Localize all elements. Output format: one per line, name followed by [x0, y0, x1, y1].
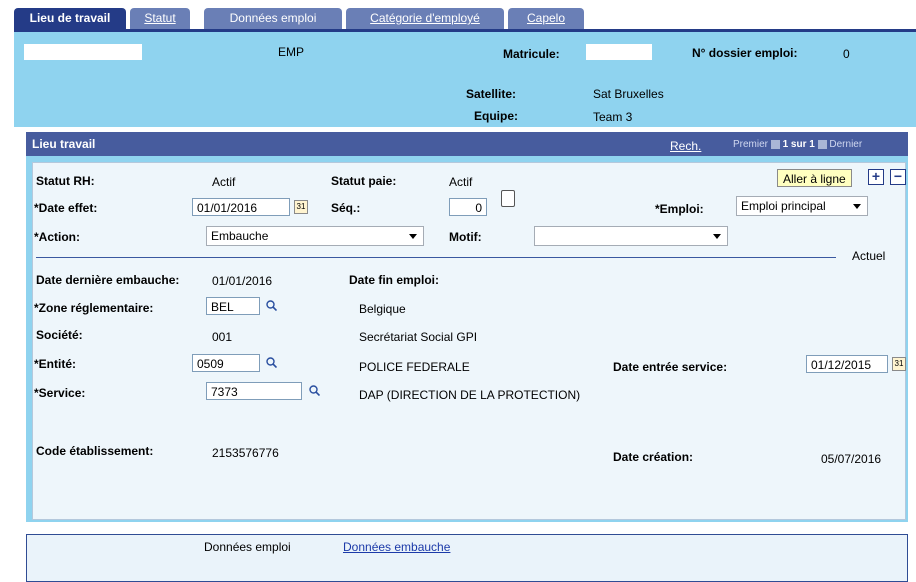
satellite-value: Sat Bruxelles	[593, 87, 664, 101]
date-creation-label: Date création:	[613, 450, 694, 464]
donnees-embauche-link[interactable]: Données embauche	[343, 540, 450, 554]
service-description: DAP (DIRECTION DE LA PROTECTION)	[359, 388, 581, 402]
note-icon[interactable]	[501, 190, 515, 207]
societe-label: Société:	[36, 328, 83, 342]
calendar-icon[interactable]: 31	[294, 200, 308, 214]
search-icon[interactable]	[309, 385, 320, 396]
emp-label: EMP	[278, 45, 305, 59]
tab-categorie-employe[interactable]: Catégorie d'employé	[346, 8, 504, 29]
chevron-down-icon	[713, 234, 721, 239]
chevron-down-icon	[853, 204, 861, 209]
zone-description: Belgique	[359, 302, 406, 316]
delete-row-button[interactable]: −	[890, 169, 906, 185]
search-link[interactable]: Rech.	[670, 139, 701, 153]
fin-emploi-label: Date fin emploi:	[349, 273, 440, 287]
statut-paie-value: Actif	[449, 175, 473, 189]
actuel-label: Actuel	[852, 249, 886, 263]
tab-label: Lieu de travail	[29, 11, 111, 25]
date-effet-input[interactable]: 01/01/2016	[192, 198, 290, 216]
tab-capelo[interactable]: Capelo	[508, 8, 584, 29]
tab-label: Données emploi	[229, 11, 317, 25]
service-label: *Service:	[34, 386, 86, 400]
chevron-down-icon	[409, 234, 417, 239]
entite-label: *Entité:	[34, 357, 76, 371]
statut-rh-value: Actif	[212, 175, 236, 189]
matricule-label: Matricule:	[503, 47, 560, 61]
derniere-embauche-value: 01/01/2016	[212, 274, 273, 288]
panel-title: Lieu travail	[32, 137, 96, 151]
section-divider	[36, 257, 836, 258]
tab-label: Statut	[144, 11, 176, 25]
seq-input[interactable]: 0	[449, 198, 487, 216]
service-input[interactable]: 7373	[206, 382, 302, 400]
entite-description: POLICE FEDERALE	[359, 360, 470, 374]
date-creation-value: 05/07/2016	[821, 452, 882, 466]
zone-input[interactable]: BEL	[206, 297, 260, 315]
nav-prev-icon[interactable]	[770, 139, 780, 149]
societe-value: 001	[212, 330, 233, 344]
footer-donnees-emploi: Données emploi	[204, 540, 291, 554]
emploi-label: *Emploi:	[655, 202, 704, 216]
motif-label: Motif:	[449, 230, 482, 244]
emploi-selected: Emploi principal	[741, 199, 826, 213]
dossier-emploi-label: N° dossier emploi:	[692, 46, 798, 60]
tab-label: Capelo	[526, 11, 566, 25]
equipe-value: Team 3	[593, 110, 633, 124]
add-row-button[interactable]: +	[868, 169, 884, 185]
nav-count: 1 sur 1	[782, 139, 815, 150]
aller-a-ligne-button[interactable]: Aller à ligne	[777, 169, 852, 187]
tab-lieu-de-travail[interactable]: Lieu de travail	[14, 8, 126, 29]
action-select[interactable]: Embauche	[206, 226, 424, 246]
search-icon[interactable]	[266, 357, 277, 368]
date-effet-label: *Date effet:	[34, 201, 98, 215]
entite-input[interactable]: 0509	[192, 354, 260, 372]
nav-last-label[interactable]: Dernier	[829, 139, 862, 150]
societe-description: Secrétariat Social GPI	[359, 330, 478, 344]
nav-next-icon[interactable]	[817, 139, 827, 149]
derniere-embauche-label: Date dernière embauche:	[36, 273, 180, 287]
entree-service-label: Date entrée service:	[613, 360, 728, 374]
motif-select[interactable]	[534, 226, 728, 246]
tab-label: Catégorie d'employé	[370, 11, 480, 25]
row-navigator: Premier 1 sur 1 Dernier	[733, 139, 862, 150]
calendar-icon[interactable]: 31	[892, 357, 906, 371]
emploi-select[interactable]: Emploi principal	[736, 196, 868, 216]
statut-rh-label: Statut RH:	[36, 174, 95, 188]
zone-reglementaire-label: *Zone réglementaire:	[34, 301, 154, 315]
code-etablissement-label: Code établissement:	[36, 444, 154, 458]
employee-name-field	[24, 44, 142, 60]
matricule-value	[586, 44, 652, 60]
action-label: *Action:	[34, 230, 80, 244]
statut-paie-label: Statut paie:	[331, 174, 397, 188]
tab-donnees-emploi[interactable]: Données emploi	[204, 8, 342, 29]
entree-service-input[interactable]: 01/12/2015	[806, 355, 888, 373]
equipe-label: Equipe:	[474, 109, 518, 123]
search-icon[interactable]	[266, 300, 277, 311]
seq-label: Séq.:	[331, 201, 361, 215]
nav-first-label[interactable]: Premier	[733, 139, 768, 150]
tab-statut[interactable]: Statut	[130, 8, 190, 29]
action-selected: Embauche	[211, 229, 269, 243]
dossier-emploi-value: 0	[843, 47, 850, 61]
code-etablissement-value: 2153576776	[212, 446, 279, 460]
footer-bar	[26, 534, 908, 582]
satellite-label: Satellite:	[466, 87, 517, 101]
